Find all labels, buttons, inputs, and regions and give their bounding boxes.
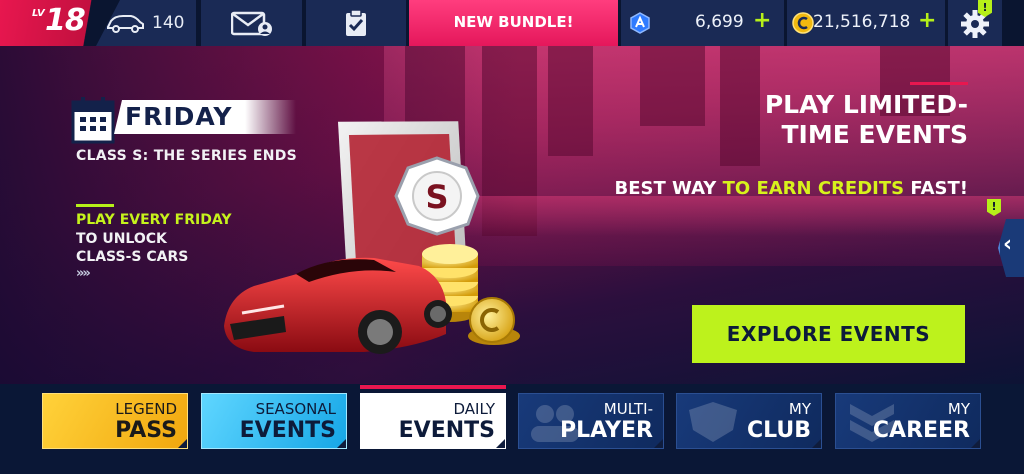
building-backdrop bbox=[548, 46, 593, 156]
bottom-nav: LEGEND PASS SEASONAL EVENTS DAILY EVENTS… bbox=[0, 384, 1024, 474]
tab-multiplayer-line1: MULTI- bbox=[603, 400, 653, 418]
cars-owned-count: 140 bbox=[152, 13, 185, 33]
settings-button[interactable]: ! bbox=[948, 0, 1002, 46]
event-banner: FRIDAY CLASS S: THE SERIES ENDS PLAY EVE… bbox=[0, 46, 1024, 384]
class-s-badge: S bbox=[394, 156, 480, 236]
level-prefix: LV bbox=[32, 8, 45, 19]
tab-legend-pass-line1: LEGEND bbox=[115, 400, 177, 418]
credit-coin-icon bbox=[792, 12, 814, 34]
tab-multiplayer[interactable]: MULTI- PLAYER bbox=[518, 393, 664, 449]
tagline: BEST WAY TO EARN CREDITS FAST! bbox=[615, 178, 969, 199]
new-bundle-button[interactable]: NEW BUNDLE! bbox=[409, 0, 618, 46]
chevron-left-icon[interactable]: ‹ bbox=[1003, 232, 1012, 257]
promo-divider bbox=[76, 204, 114, 207]
tasks-button[interactable] bbox=[306, 0, 406, 46]
tile-corner bbox=[971, 439, 980, 448]
promo-line-2: TO UNLOCK bbox=[76, 231, 167, 247]
red-sports-car bbox=[224, 257, 452, 354]
class-s-reward-art: S bbox=[224, 121, 520, 354]
selected-tab-indicator bbox=[360, 385, 506, 389]
tab-my-club[interactable]: MY CLUB bbox=[676, 393, 822, 449]
tab-daily-events-line2: EVENTS bbox=[398, 418, 495, 443]
add-tokens-button[interactable]: + bbox=[753, 8, 771, 33]
headline-accent bbox=[910, 82, 968, 85]
headline-line-1: PLAY LIMITED- bbox=[764, 90, 968, 119]
tile-corner bbox=[812, 439, 821, 448]
building-backdrop bbox=[640, 46, 705, 126]
token-icon bbox=[630, 12, 650, 34]
headline-line-2: TIME EVENTS bbox=[781, 120, 969, 149]
tile-corner bbox=[496, 439, 505, 448]
promo-line-1: PLAY EVERY FRIDAY bbox=[76, 212, 232, 228]
class-badge-letter: S bbox=[425, 178, 448, 216]
tab-daily-events-line1: DAILY bbox=[453, 400, 496, 418]
calendar-icon bbox=[71, 97, 115, 144]
tokens-value: 6,699 bbox=[695, 12, 744, 32]
mail-button[interactable] bbox=[201, 0, 302, 46]
tile-corner bbox=[654, 439, 663, 448]
promo-line-3: CLASS-S CARS bbox=[76, 249, 189, 265]
tagline-part-3: FAST! bbox=[904, 178, 968, 199]
tab-my-career-line2: CAREER bbox=[872, 418, 970, 443]
mail-icon bbox=[231, 11, 272, 36]
credits-value: 21,516,718 bbox=[813, 12, 911, 32]
club-shield-icon bbox=[689, 402, 737, 442]
tab-multiplayer-line2: PLAYER bbox=[560, 418, 653, 443]
tile-corner bbox=[337, 439, 346, 448]
player-level: 18 bbox=[45, 3, 86, 38]
tab-my-club-line1: MY bbox=[788, 400, 811, 418]
tab-my-career[interactable]: MY CAREER bbox=[835, 393, 981, 449]
explore-events-button[interactable]: EXPLORE EVENTS bbox=[692, 305, 965, 363]
new-bundle-label: NEW BUNDLE! bbox=[453, 13, 574, 31]
tab-daily-events[interactable]: DAILY EVENTS bbox=[360, 393, 506, 449]
headline: PLAY LIMITED- TIME EVENTS bbox=[765, 90, 968, 150]
credits-display[interactable]: 21,516,718 + bbox=[787, 0, 945, 46]
top-bar: LV 18 140 NEW BUNDLE! 6,699 + 21,516,718… bbox=[0, 0, 1024, 46]
car-icon bbox=[107, 15, 144, 33]
more-arrows-icon[interactable]: »» bbox=[76, 266, 91, 281]
add-credits-button[interactable]: + bbox=[918, 8, 936, 33]
building-backdrop bbox=[720, 46, 760, 166]
tile-corner bbox=[178, 439, 187, 448]
tab-my-career-line1: MY bbox=[947, 400, 970, 418]
clipboard-check-icon bbox=[346, 9, 366, 36]
tagline-part-1: BEST WAY bbox=[614, 178, 723, 199]
tokens-display[interactable]: 6,699 + bbox=[621, 0, 784, 46]
tab-legend-pass[interactable]: LEGEND PASS bbox=[42, 393, 188, 449]
tab-my-club-line2: CLUB bbox=[746, 418, 811, 443]
tab-legend-pass-line2: PASS bbox=[115, 418, 177, 443]
tagline-highlight: TO EARN CREDITS bbox=[722, 178, 905, 199]
tab-seasonal-events-line1: SEASONAL bbox=[255, 400, 336, 418]
tab-seasonal-events[interactable]: SEASONAL EVENTS bbox=[201, 393, 347, 449]
tab-seasonal-events-line2: EVENTS bbox=[239, 418, 336, 443]
